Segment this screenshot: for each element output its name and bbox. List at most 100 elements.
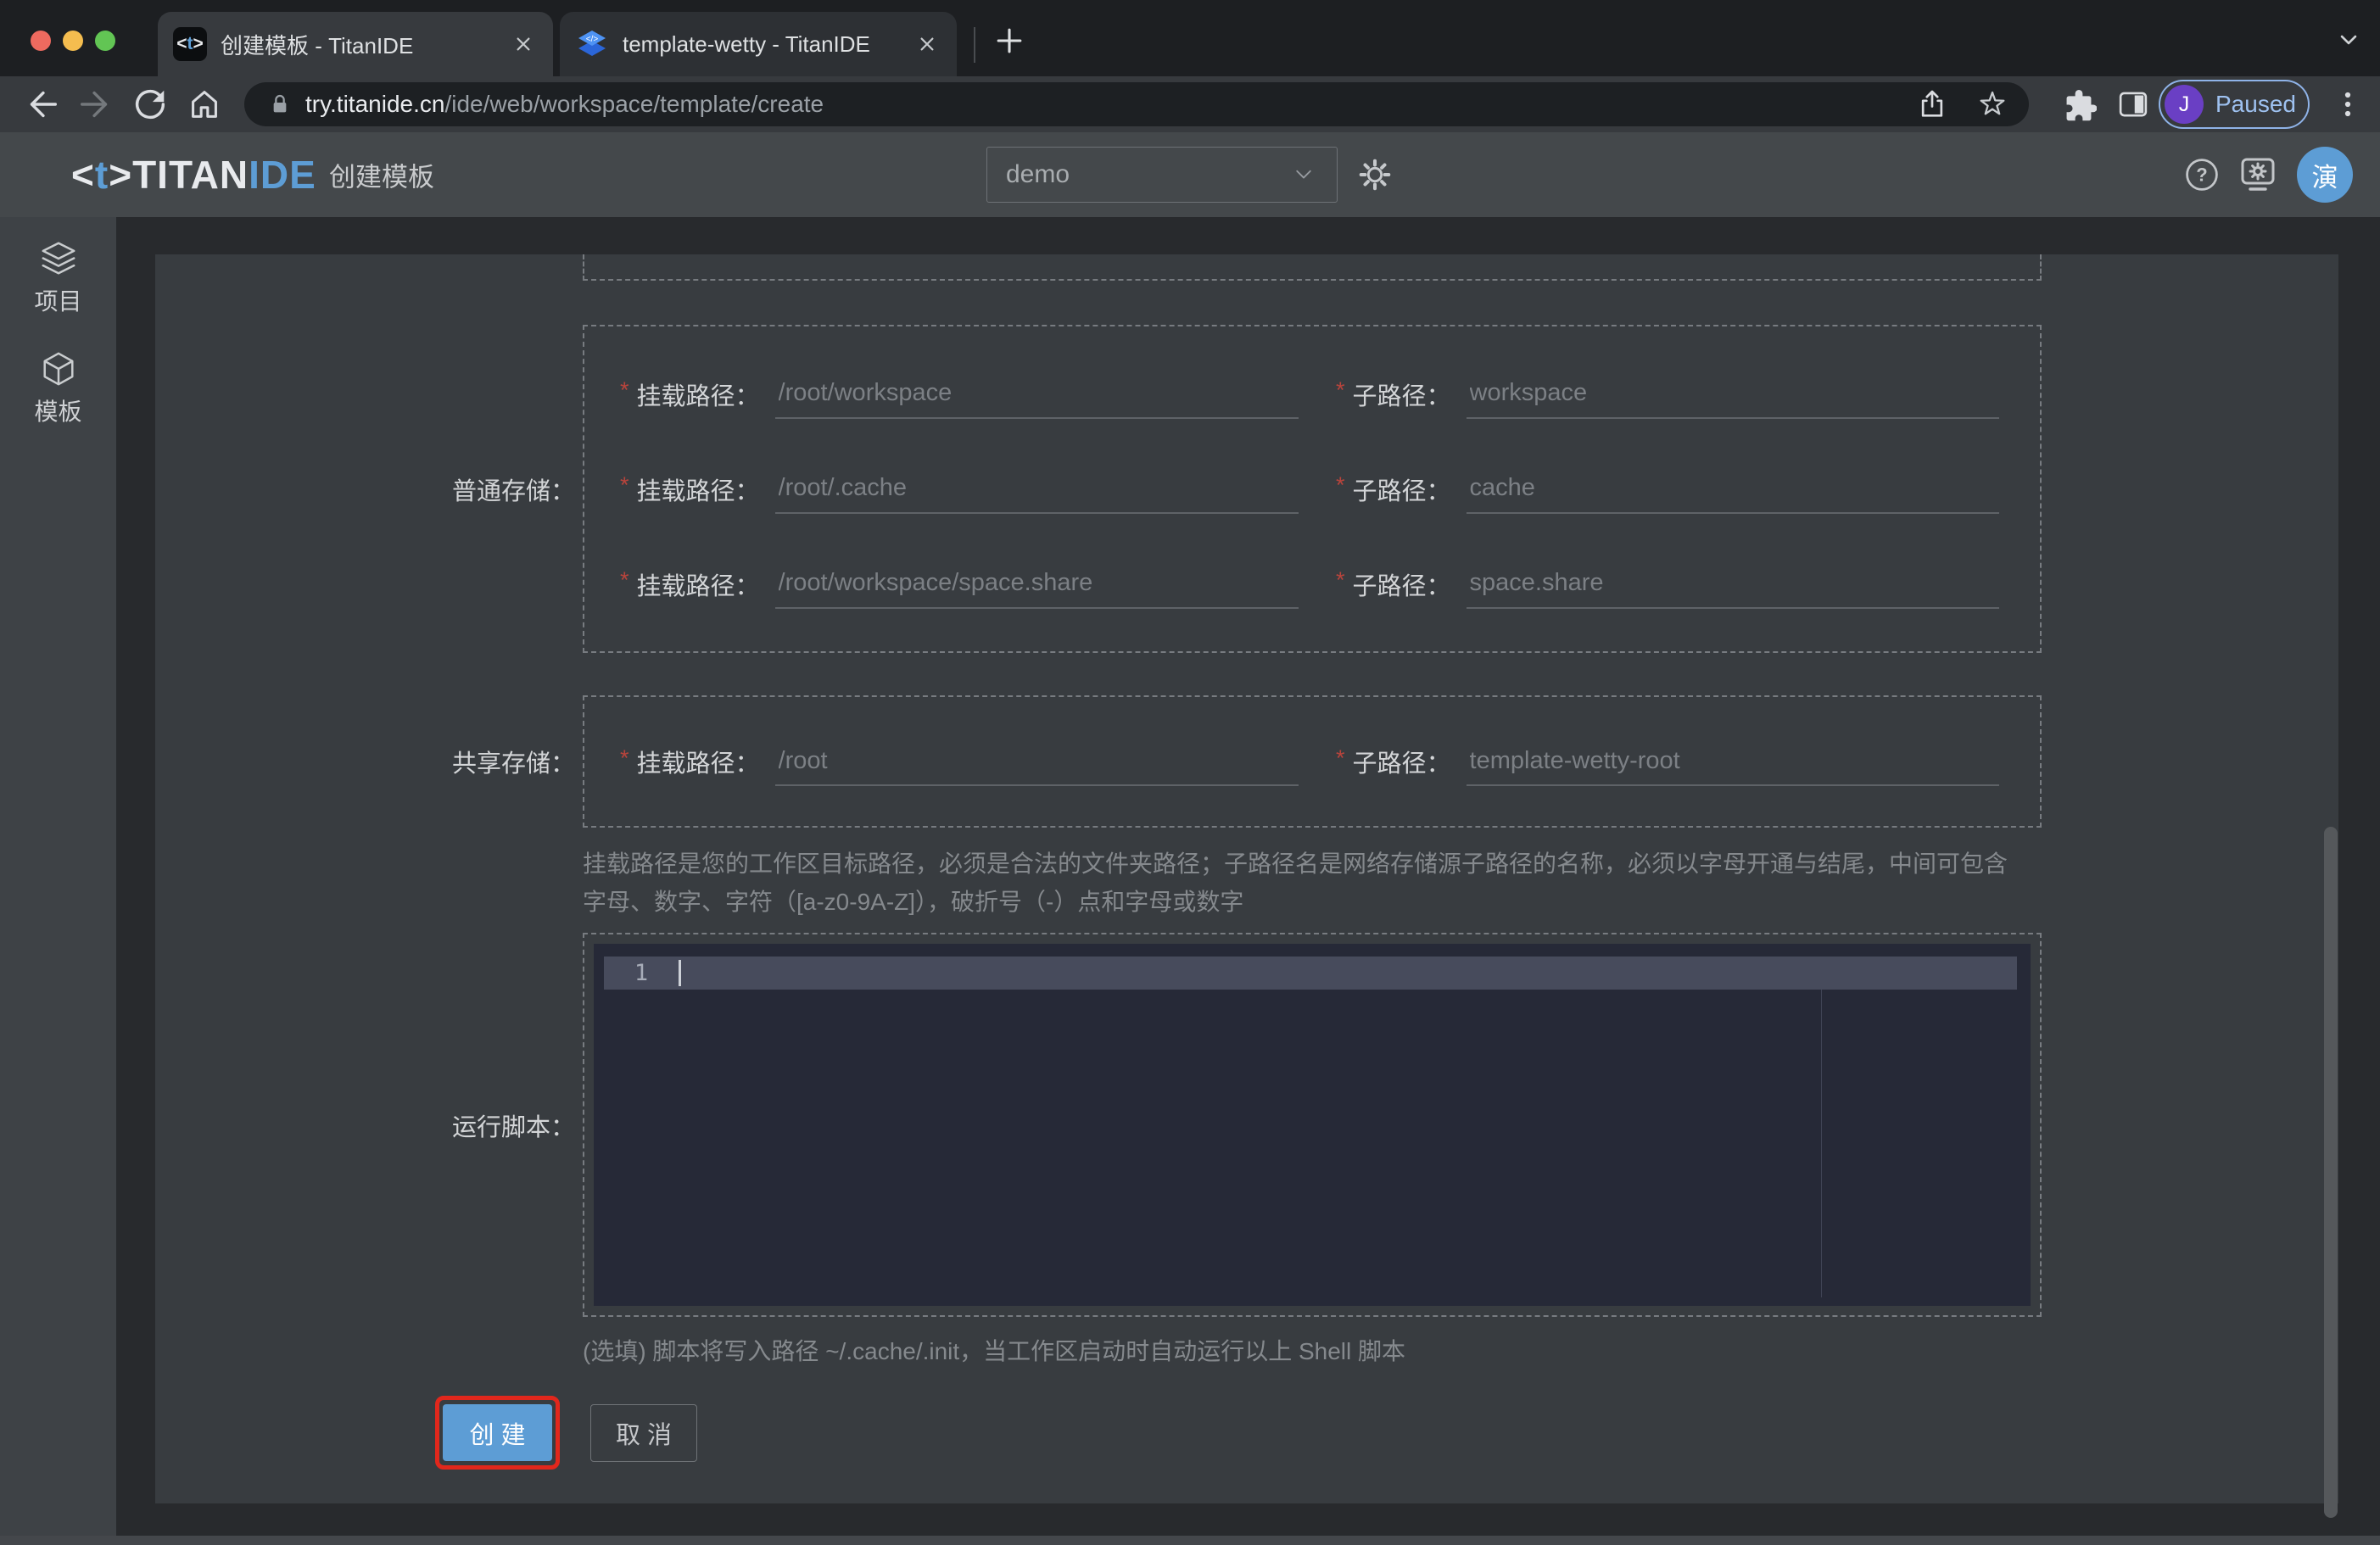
home-icon[interactable] (185, 85, 224, 124)
required-asterisk: * (620, 567, 629, 593)
required-asterisk: * (620, 472, 629, 498)
browser-profile-button[interactable]: J Paused (2159, 80, 2310, 129)
mount-path-label: 挂载路径： (636, 572, 760, 600)
user-avatar[interactable]: 演 (2297, 147, 2353, 203)
sub-path-input[interactable] (1466, 464, 1999, 514)
browser-tab-strip: < t > 创建模板 - TitanIDE </> template-wetty -… (0, 0, 2380, 76)
browser-menu-icon[interactable] (2329, 86, 2366, 123)
mount-path-input[interactable] (774, 464, 1299, 514)
required-asterisk: * (1336, 377, 1345, 403)
profile-status-label: Paused (2215, 91, 2296, 117)
script-code-editor[interactable]: 1 (594, 944, 2031, 1306)
tab-close-icon[interactable] (509, 30, 538, 59)
editor-cursor (679, 960, 681, 986)
address-bar[interactable]: try.titanide.cn/ide/web/workspace/templa… (244, 82, 2029, 126)
sidebar-item-label: 模板 (34, 399, 82, 425)
layers-icon (42, 242, 75, 275)
reload-icon[interactable] (131, 85, 170, 124)
sidebar-item-label: 项目 (34, 288, 82, 315)
profile-avatar: J (2165, 85, 2204, 124)
create-button-highlight-annotation: 创 建 (435, 1396, 560, 1470)
mount-path-label: 挂载路径： (636, 382, 760, 410)
share-icon[interactable] (1915, 87, 1949, 121)
mount-path-input[interactable] (774, 369, 1299, 419)
cancel-button[interactable]: 取 消 (590, 1404, 697, 1462)
new-tab-button[interactable] (991, 22, 1028, 59)
sidebar-item-templates[interactable]: 模板 (0, 349, 116, 427)
normal-storage-section: 普通存储： * 挂载路径： * 子路径： * 挂载路径： * 子路径： * 挂载路径： *… (452, 325, 2042, 653)
workspace-select[interactable]: demo (986, 147, 1338, 203)
tab-template-wetty[interactable]: </> template-wetty - TitanIDE (560, 12, 957, 76)
lock-icon (273, 94, 287, 113)
sub-path-label: 子路径： (1352, 382, 1451, 410)
extensions-puzzle-icon[interactable] (2061, 86, 2097, 122)
mount-path-label: 挂载路径： (636, 750, 760, 778)
scrolled-section-partial-box (583, 254, 2042, 281)
settings-gear-icon[interactable] (1355, 155, 1394, 194)
app-sidebar: 项目 模板 (0, 217, 116, 1545)
layers-favicon-icon: </> (578, 31, 606, 56)
tab-title: 创建模板 - TitanIDE (221, 32, 414, 59)
titanide-favicon-icon: < t > (173, 27, 207, 61)
svg-text:</>: </> (586, 35, 599, 44)
required-asterisk: * (620, 745, 629, 771)
required-asterisk: * (1336, 472, 1345, 498)
create-template-form-panel: 普通存储： * 挂载路径： * 子路径： * 挂载路径： * 子路径： * 挂载路径： *… (155, 254, 2338, 1503)
sub-path-label: 子路径： (1352, 750, 1451, 778)
create-button[interactable]: 创 建 (443, 1404, 552, 1461)
tab-create-template[interactable]: < t > 创建模板 - TitanIDE (158, 12, 553, 76)
browser-toolbar: try.titanide.cn/ide/web/workspace/templa… (0, 76, 2380, 132)
editor-ruler-line (1821, 990, 1822, 1297)
sidebar-item-projects[interactable]: 项目 (0, 239, 116, 317)
editor-active-line[interactable]: 1 (604, 957, 2017, 990)
tab-close-icon[interactable] (913, 30, 941, 59)
run-script-section: 运行脚本： 1 (452, 933, 2042, 1317)
window-zoom-button[interactable] (95, 31, 115, 51)
storage-row: * 挂载路径： * 子路径： (620, 537, 1999, 632)
window-controls (31, 31, 115, 51)
window-bottom-edge (0, 1536, 2380, 1545)
required-asterisk: * (1336, 567, 1345, 593)
tab-search-chevron-icon[interactable] (2333, 24, 2365, 56)
sub-path-label: 子路径： (1352, 572, 1451, 600)
window-close-button[interactable] (31, 31, 51, 51)
app-header: <t>TITANIDE 创建模板 demo ? 演 (0, 132, 2380, 217)
shared-storage-label: 共享存储： (451, 750, 575, 778)
sub-path-label: 子路径： (1352, 477, 1451, 505)
tab-title: template-wetty - TitanIDE (623, 31, 870, 57)
storage-row: * 挂载路径： * 子路径： (620, 347, 1999, 442)
sub-path-input[interactable] (1466, 737, 1999, 786)
sub-path-input[interactable] (1466, 369, 1999, 419)
window-minimize-button[interactable] (63, 31, 83, 51)
script-hint: (选填) 脚本将写入路径 ~/.cache/.init，当工作区启动时自动运行以… (583, 1338, 1406, 1364)
vertical-scrollbar-thumb[interactable] (2324, 827, 2338, 1518)
required-asterisk: * (620, 377, 629, 403)
mount-path-label: 挂载路径： (636, 477, 760, 505)
path-rules-hint: 挂载路径是您的工作区目标路径，必须是合法的文件夹路径；子路径名是网络存储源子路径… (583, 851, 2008, 915)
workspace-select-value: demo (1006, 160, 1070, 188)
url-path: /ide/web/workspace/template/create (444, 91, 824, 117)
page-title: 创建模板 (329, 162, 434, 192)
sub-path-input[interactable] (1466, 559, 1999, 609)
back-icon[interactable] (22, 85, 61, 124)
svg-text:?: ? (2196, 164, 2207, 185)
console-settings-icon[interactable] (2238, 154, 2278, 195)
forward-icon[interactable] (76, 85, 115, 124)
cube-icon (42, 352, 74, 386)
storage-row: * 挂载路径： * 子路径： (620, 714, 1999, 809)
tab-divider (974, 27, 975, 63)
shared-storage-section: 共享存储： * 挂载路径： * 子路径： (452, 695, 2042, 828)
storage-row: * 挂载路径： * 子路径： (620, 442, 1999, 537)
url-host: try.titanide.cn (305, 91, 445, 117)
bookmark-star-icon[interactable] (1975, 86, 2010, 122)
editor-line-number: 1 (634, 960, 649, 986)
chevron-down-icon (1296, 170, 1311, 179)
required-asterisk: * (1336, 745, 1345, 771)
titanide-logo[interactable]: <t>TITANIDE (71, 152, 316, 198)
normal-storage-label: 普通存储： (451, 477, 575, 505)
run-script-label: 运行脚本： (451, 1113, 575, 1141)
side-panel-icon[interactable] (2115, 86, 2151, 122)
help-icon[interactable]: ? (2183, 156, 2221, 193)
mount-path-input[interactable] (774, 737, 1299, 786)
mount-path-input[interactable] (774, 559, 1299, 609)
